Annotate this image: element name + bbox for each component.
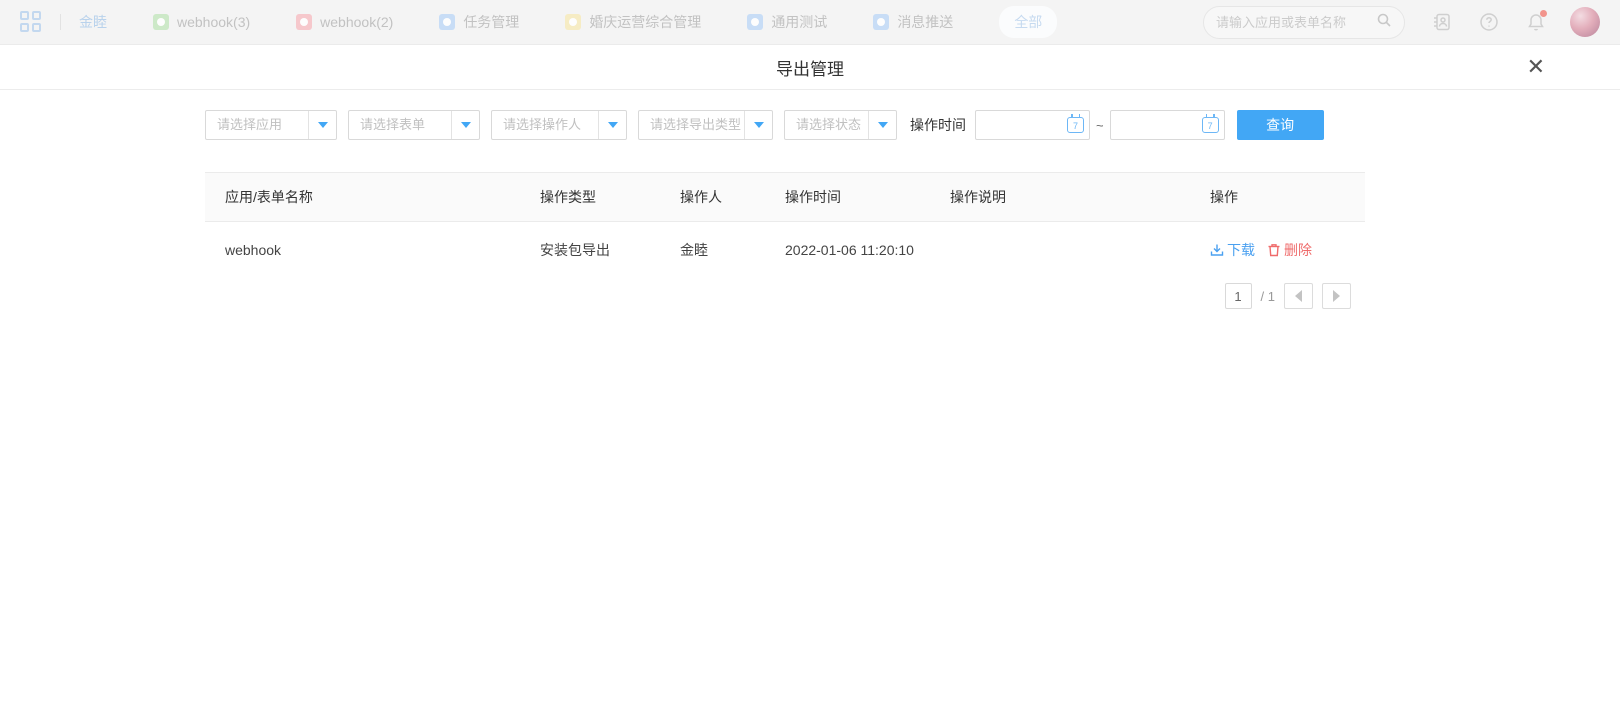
delete-link[interactable]: 删除	[1267, 240, 1312, 260]
tab-task-management[interactable]: 任务管理	[439, 12, 519, 32]
tab-label: 婚庆运营综合管理	[589, 12, 701, 32]
app-select-placeholder: 请选择应用	[206, 111, 308, 139]
topbar: 金睦 webhook(3) webhook(2) 任务管理 婚庆运营综合管理 通…	[0, 0, 1620, 45]
form-select-placeholder: 请选择表单	[349, 111, 451, 139]
contact-book-icon[interactable]	[1432, 12, 1452, 32]
form-select[interactable]: 请选择表单	[348, 110, 480, 140]
cell-operator: 金睦	[680, 240, 785, 260]
trash-icon	[1267, 243, 1281, 257]
calendar-icon[interactable]: 7	[1067, 117, 1084, 133]
export-type-select[interactable]: 请选择导出类型	[638, 110, 773, 140]
col-operation-time: 操作时间	[785, 187, 950, 207]
table-header: 应用/表单名称 操作类型 操作人 操作时间 操作说明 操作	[205, 172, 1365, 222]
grid-app-icon	[873, 14, 889, 30]
search-icon	[1376, 12, 1392, 33]
tab-label: webhook(3)	[177, 14, 250, 30]
apps-grid-icon[interactable]	[20, 11, 42, 33]
chevron-down-icon	[598, 111, 626, 139]
grid-app-icon	[565, 14, 581, 30]
tab-label: 消息推送	[897, 12, 953, 32]
col-actions: 操作	[1210, 187, 1365, 207]
col-operation-type: 操作类型	[540, 187, 680, 207]
cell-operation-time: 2022-01-06 11:20:10	[785, 242, 950, 258]
page-total: / 1	[1261, 289, 1275, 304]
close-icon[interactable]: ✕	[1527, 56, 1545, 78]
tab-label: 任务管理	[463, 12, 519, 32]
export-table: 应用/表单名称 操作类型 操作人 操作时间 操作说明 操作 webhook 安装…	[205, 172, 1365, 278]
search-input[interactable]	[1216, 15, 1376, 30]
pagination: / 1	[205, 283, 1365, 309]
table-row: webhook 安装包导出 金睦 2022-01-06 11:20:10 下载	[205, 222, 1365, 278]
export-type-select-placeholder: 请选择导出类型	[639, 111, 744, 139]
clock-app-icon	[153, 14, 169, 30]
cell-operation-type: 安装包导出	[540, 240, 680, 260]
tab-webhook-3[interactable]: webhook(3)	[153, 14, 250, 30]
grid-app-icon	[747, 14, 763, 30]
tab-general-test[interactable]: 通用测试	[747, 12, 827, 32]
status-select[interactable]: 请选择状态	[784, 110, 897, 140]
topbar-search[interactable]	[1203, 6, 1405, 39]
chevron-down-icon	[451, 111, 479, 139]
notification-dot	[1540, 10, 1547, 17]
next-page-button[interactable]	[1322, 283, 1351, 309]
calendar-icon[interactable]: 7	[1202, 117, 1219, 133]
app-select[interactable]: 请选择应用	[205, 110, 337, 140]
notification-bell-icon[interactable]	[1526, 12, 1546, 32]
chevron-left-icon	[1295, 290, 1302, 302]
col-operation-note: 操作说明	[950, 187, 1210, 207]
date-range-separator: ~	[1096, 118, 1104, 133]
grid-app-icon	[439, 14, 455, 30]
col-operator: 操作人	[680, 187, 785, 207]
cell-actions: 下载 删除	[1210, 240, 1365, 260]
page-number-input[interactable]	[1225, 283, 1252, 309]
chevron-down-icon	[868, 111, 896, 139]
tab-wedding-operations[interactable]: 婚庆运营综合管理	[565, 12, 701, 32]
export-management-content: 请选择应用 请选择表单 请选择操作人 请选择导出类型 请选择状态 操作时间 7 …	[205, 110, 1365, 309]
tab-message-push[interactable]: 消息推送	[873, 12, 953, 32]
cell-app-form-name: webhook	[205, 242, 540, 258]
operation-time-label: 操作时间	[910, 115, 966, 135]
operator-select[interactable]: 请选择操作人	[491, 110, 627, 140]
page-title: 导出管理	[776, 55, 844, 80]
download-link[interactable]: 下载	[1210, 240, 1255, 260]
export-management-header: 导出管理 ✕	[0, 45, 1620, 90]
tab-home[interactable]: 金睦	[79, 12, 107, 32]
tab-label: 通用测试	[771, 12, 827, 32]
topbar-divider	[60, 14, 61, 30]
chevron-right-icon	[1333, 290, 1340, 302]
tab-all[interactable]: 全部	[999, 6, 1057, 38]
tab-label: webhook(2)	[320, 14, 393, 30]
prev-page-button[interactable]	[1284, 283, 1313, 309]
chevron-down-icon	[744, 111, 772, 139]
col-app-form-name: 应用/表单名称	[205, 187, 540, 207]
download-icon	[1210, 243, 1224, 257]
tab-webhook-2[interactable]: webhook(2)	[296, 14, 393, 30]
delete-label: 删除	[1284, 240, 1312, 260]
download-label: 下载	[1227, 240, 1255, 260]
status-select-placeholder: 请选择状态	[785, 111, 868, 139]
end-date-input[interactable]: 7	[1110, 110, 1225, 140]
help-icon[interactable]	[1479, 12, 1499, 32]
user-avatar[interactable]	[1570, 7, 1600, 37]
filter-bar: 请选择应用 请选择表单 请选择操作人 请选择导出类型 请选择状态 操作时间 7 …	[205, 110, 1365, 140]
operator-select-placeholder: 请选择操作人	[492, 111, 598, 139]
start-date-input[interactable]: 7	[975, 110, 1090, 140]
query-button[interactable]: 查询	[1237, 110, 1324, 140]
chevron-down-icon	[308, 111, 336, 139]
pin-app-icon	[296, 14, 312, 30]
